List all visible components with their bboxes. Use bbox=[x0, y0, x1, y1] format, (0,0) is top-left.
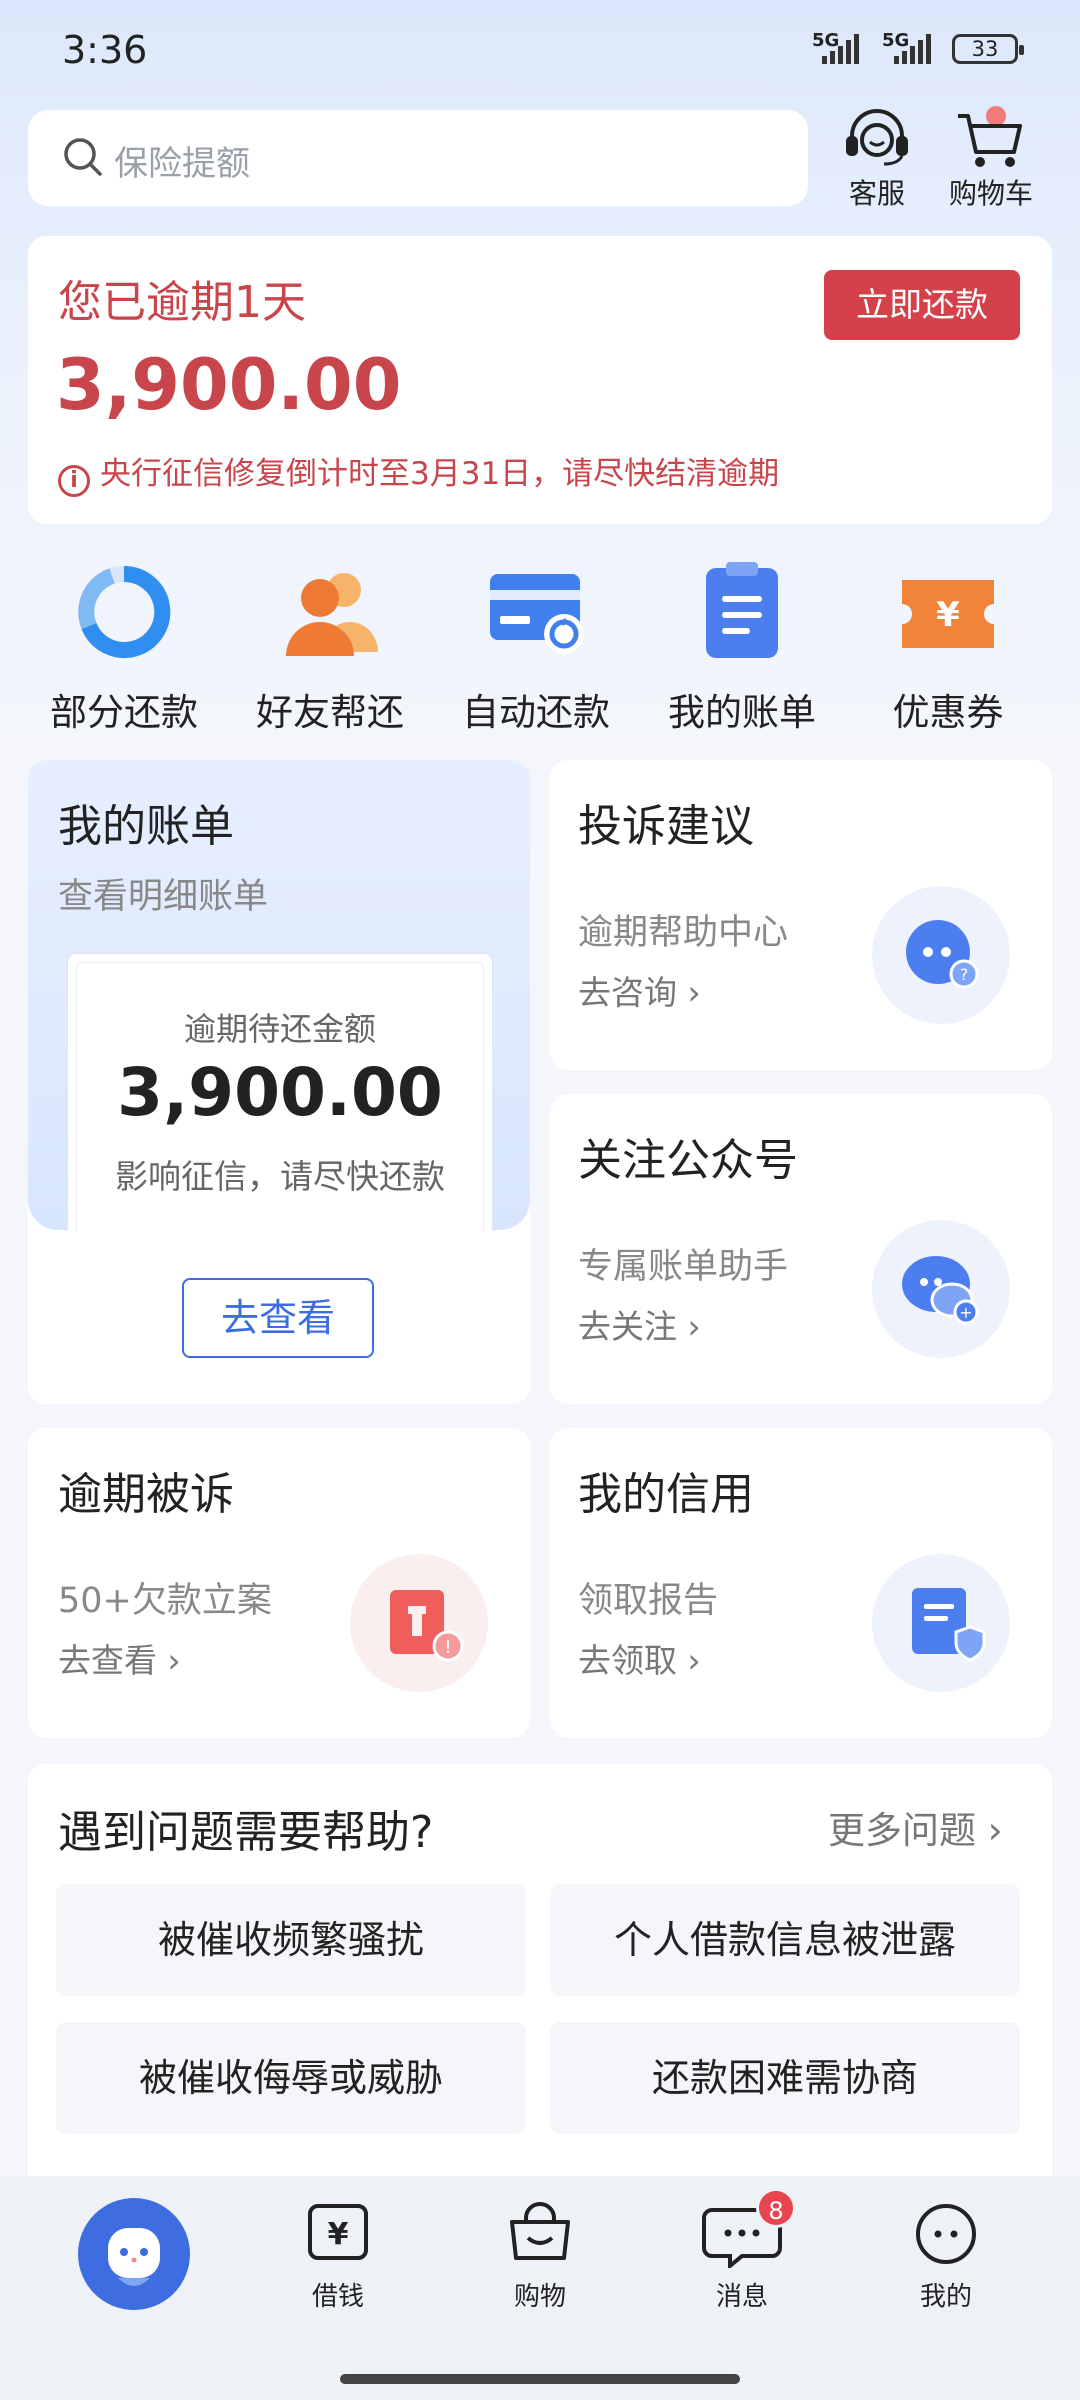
svg-text:+: + bbox=[959, 1303, 972, 1322]
yuan-icon: ¥ bbox=[308, 2204, 368, 2260]
search-icon bbox=[64, 138, 102, 176]
mascot-icon bbox=[108, 2228, 160, 2286]
bill-card-title: 我的账单 bbox=[58, 801, 234, 852]
profile-icon bbox=[916, 2204, 976, 2264]
ticket-note: 影响征信，请尽快还款 bbox=[115, 1157, 445, 1196]
complaint-subtitle: 逾期帮助中心 bbox=[578, 913, 789, 953]
battery-icon: 33 bbox=[952, 34, 1024, 64]
help-item-negotiate[interactable]: 还款困难需协商 bbox=[550, 2022, 1020, 2134]
credit-title: 我的信用 bbox=[578, 1469, 754, 1520]
bill-card[interactable]: 我的账单 查看明细账单 逾期待还金额 3,900.00 影响征信，请尽快还款 去… bbox=[28, 760, 530, 1404]
pie-chart-icon bbox=[78, 565, 171, 658]
tab-mine[interactable]: 我的 bbox=[876, 2198, 1016, 2318]
svg-text:¥: ¥ bbox=[936, 595, 960, 635]
info-icon: i bbox=[58, 465, 90, 497]
complaint-link[interactable]: 去咨询 › bbox=[578, 966, 701, 1014]
search-placeholder: 保险提额 bbox=[114, 144, 250, 184]
svg-text:¥: ¥ bbox=[328, 2217, 349, 2252]
bill-ticket: 逾期待还金额 3,900.00 影响征信，请尽快还款 bbox=[66, 952, 494, 1244]
ticket-label: 逾期待还金额 bbox=[183, 1010, 376, 1048]
follow-subtitle: 专属账单助手 bbox=[578, 1247, 789, 1287]
pay-now-button[interactable]: 立即还款 bbox=[824, 270, 1020, 340]
message-badge: 8 bbox=[756, 2188, 796, 2228]
view-bill-button[interactable]: 去查看 bbox=[182, 1278, 374, 1358]
shopping-bag-icon bbox=[510, 2202, 570, 2260]
help-item-harassment[interactable]: 被催收频繁骚扰 bbox=[56, 1884, 526, 1996]
credit-subtitle: 领取报告 bbox=[578, 1581, 719, 1621]
overdue-notice: i 央行征信修复倒计时至3月31日，请尽快结清逾期 bbox=[58, 448, 779, 497]
wechat-icon: + bbox=[902, 1256, 979, 1325]
status-bar: 3:36 5G 5G 33 bbox=[0, 0, 1080, 100]
more-questions-link[interactable]: 更多问题 › bbox=[828, 1800, 1003, 1854]
credit-report-icon bbox=[912, 1588, 986, 1662]
lawsuit-card[interactable]: 逾期被诉 50+欠款立案 去查看 › ! bbox=[28, 1428, 530, 1738]
lawsuit-title: 逾期被诉 bbox=[58, 1469, 234, 1520]
follow-link[interactable]: 去关注 › bbox=[578, 1300, 701, 1348]
tab-shopping[interactable]: 购物 bbox=[470, 2198, 610, 2318]
lawsuit-subtitle: 50+欠款立案 bbox=[58, 1581, 272, 1621]
follow-card[interactable]: 关注公众号 专属账单助手 去关注 › + bbox=[550, 1094, 1052, 1404]
overdue-title: 您已逾期1天 bbox=[58, 277, 306, 328]
help-section: 遇到问题需要帮助? 更多问题 › 被催收频繁骚扰 个人借款信息被泄露 被催收侮辱… bbox=[28, 1764, 1052, 2184]
quick-action-coupon[interactable]: ¥ 优惠券 bbox=[840, 560, 1056, 740]
bill-card-subtitle: 查看明细账单 bbox=[58, 877, 269, 917]
home-indicator bbox=[340, 2374, 740, 2384]
customer-service-button[interactable]: 客服 bbox=[822, 106, 932, 216]
ticket-amount: 3,900.00 bbox=[117, 1054, 443, 1131]
complaint-title: 投诉建议 bbox=[578, 801, 754, 852]
friends-icon bbox=[286, 573, 378, 656]
follow-title: 关注公众号 bbox=[578, 1135, 798, 1186]
quick-action-partial-repay[interactable]: 部分还款 bbox=[16, 560, 232, 740]
clipboard-icon bbox=[706, 562, 778, 658]
cart-icon bbox=[958, 106, 1022, 167]
svg-text:!: ! bbox=[444, 1637, 451, 1658]
svg-text:?: ? bbox=[960, 965, 969, 984]
chat-help-icon: ? bbox=[906, 920, 979, 989]
help-item-insult[interactable]: 被催收侮辱或威胁 bbox=[56, 2022, 526, 2134]
home-tab[interactable] bbox=[78, 2198, 190, 2310]
search-bar[interactable]: 保险提额 bbox=[28, 110, 808, 206]
credit-link[interactable]: 去领取 › bbox=[578, 1634, 701, 1682]
customer-service-label: 客服 bbox=[848, 177, 905, 210]
gavel-icon: ! bbox=[390, 1590, 464, 1662]
help-title: 遇到问题需要帮助? bbox=[58, 1807, 434, 1858]
tab-borrow[interactable]: ¥ 借钱 bbox=[268, 2198, 408, 2318]
credit-card[interactable]: 我的信用 领取报告 去领取 › bbox=[550, 1428, 1052, 1738]
cart-button[interactable]: 购物车 bbox=[936, 106, 1046, 216]
quick-action-auto-repay[interactable]: 自动还款 bbox=[428, 560, 644, 740]
help-item-info-leak[interactable]: 个人借款信息被泄露 bbox=[550, 1884, 1020, 1996]
quick-action-my-bill[interactable]: 我的账单 bbox=[634, 560, 850, 740]
coupon-icon: ¥ bbox=[902, 580, 994, 648]
quick-action-friend-repay[interactable]: 好友帮还 bbox=[222, 560, 438, 740]
complaint-card[interactable]: 投诉建议 逾期帮助中心 去咨询 › ? bbox=[550, 760, 1052, 1070]
overdue-card: 您已逾期1天 3,900.00 i 央行征信修复倒计时至3月31日，请尽快结清逾期… bbox=[28, 236, 1052, 524]
headset-icon bbox=[846, 109, 908, 166]
status-time: 3:36 bbox=[62, 28, 148, 72]
lawsuit-link[interactable]: 去查看 › bbox=[58, 1634, 181, 1682]
overdue-amount: 3,900.00 bbox=[56, 344, 402, 426]
cart-label: 购物车 bbox=[948, 177, 1033, 210]
card-sync-icon bbox=[490, 574, 584, 654]
